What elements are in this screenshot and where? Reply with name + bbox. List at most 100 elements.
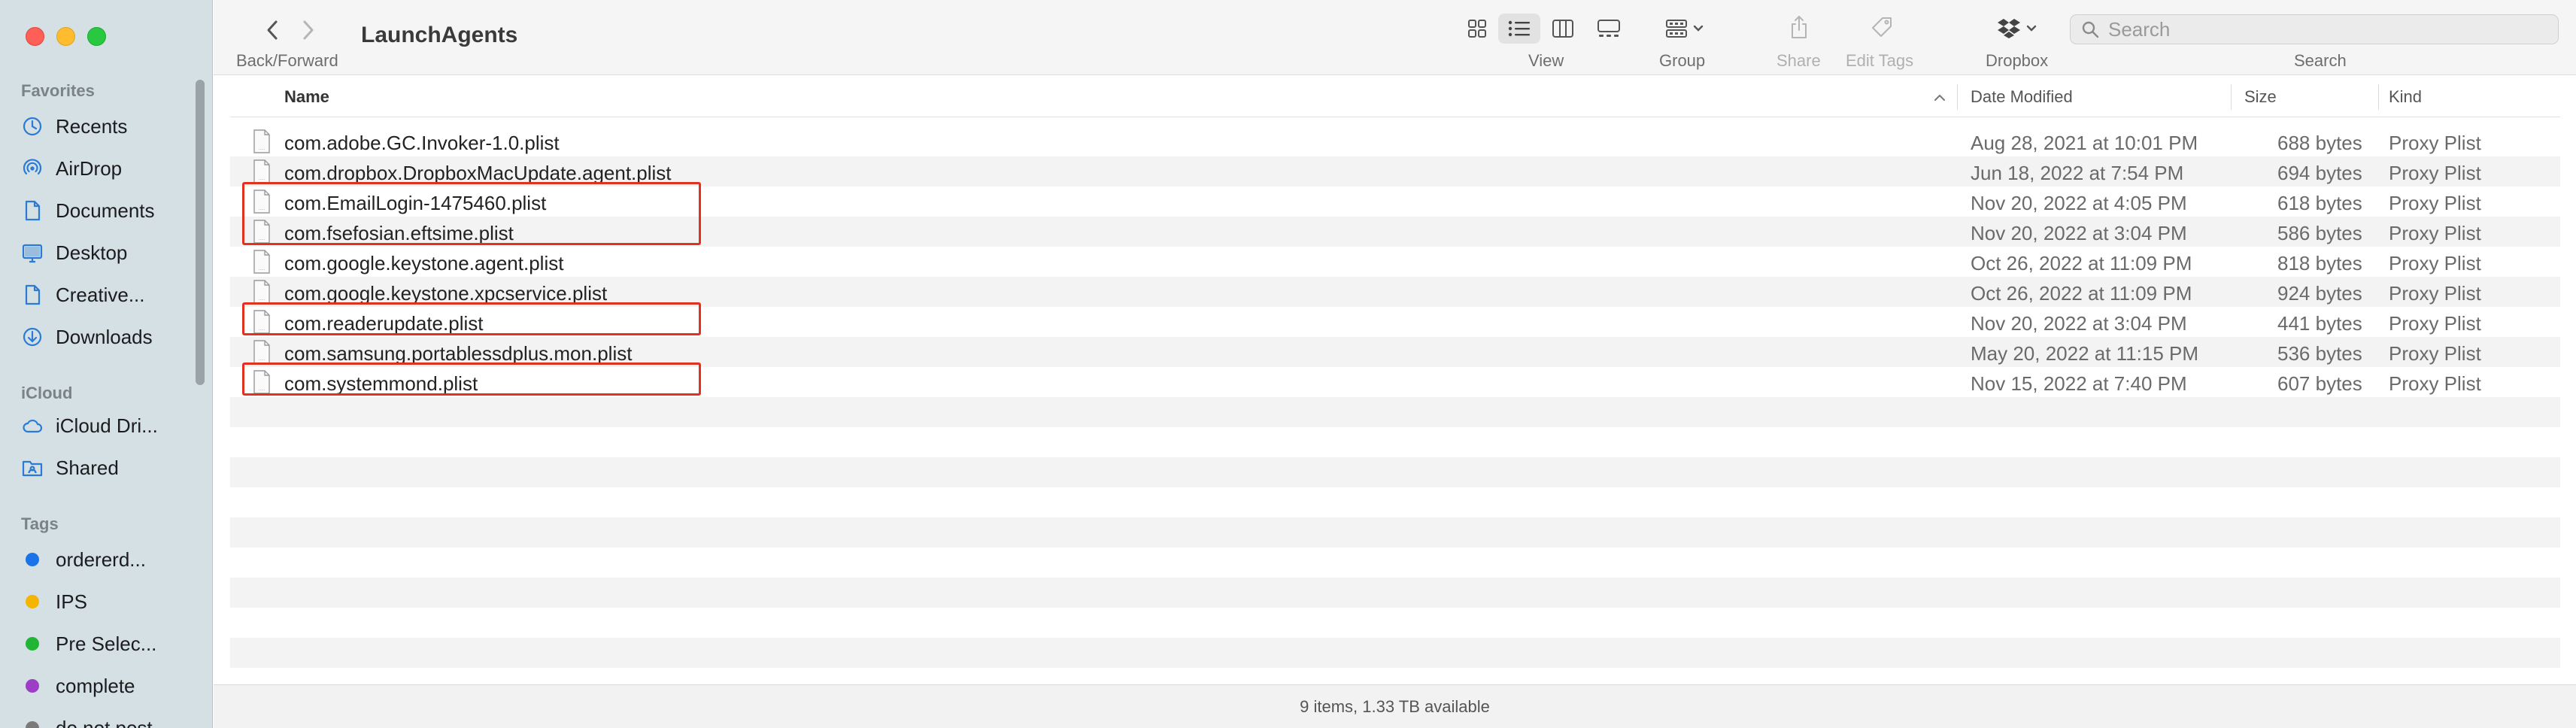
file-kind: Proxy Plist (2389, 342, 2481, 365)
view-label: View (1528, 51, 1564, 70)
sidebar-tag-pre-selec[interactable]: Pre Selec... (21, 627, 202, 660)
sidebar-item-shared[interactable]: Shared (21, 451, 202, 484)
empty-row (230, 487, 2560, 517)
sidebar-tag-label: ordererd... (56, 548, 146, 571)
sidebar-item-downloads[interactable]: Downloads (21, 320, 202, 353)
icloud-header: iCloud (21, 384, 73, 402)
file-kind: Proxy Plist (2389, 312, 2481, 335)
clock-icon (21, 115, 44, 138)
file-size: 694 bytes (2277, 162, 2362, 184)
download-icon (21, 326, 44, 348)
plist-file-icon: ..... (253, 250, 271, 274)
group-button[interactable] (1658, 15, 1712, 42)
file-kind: Proxy Plist (2389, 252, 2481, 275)
plist-file-icon: ..... (253, 340, 271, 364)
file-date-modified: May 20, 2022 at 11:15 PM (1971, 342, 2199, 365)
sidebar-tag-complete[interactable]: complete (21, 669, 202, 702)
column-divider[interactable] (2231, 84, 2232, 110)
file-kind: Proxy Plist (2389, 192, 2481, 214)
search-field[interactable] (2070, 14, 2559, 44)
highlight-box (242, 302, 701, 335)
back-button[interactable] (259, 17, 286, 44)
sidebar-tag-do-not-post[interactable]: do not post (21, 711, 202, 728)
back-forward-label: Back/Forward (236, 51, 338, 70)
file-row[interactable]: ..... com.google.keystone.agent.plist Oct … (230, 247, 2560, 277)
chevron-down-icon (1693, 25, 1704, 32)
tag-color-dot (26, 595, 39, 608)
minimize-window-button[interactable] (56, 27, 75, 46)
svg-text:.....: ..... (259, 267, 265, 271)
file-date-modified: Nov 20, 2022 at 3:04 PM (1971, 312, 2187, 335)
sidebar-tag-label: complete (56, 674, 135, 697)
tags-header: Tags (21, 514, 59, 533)
zoom-window-button[interactable] (87, 27, 106, 46)
edit-tags-button[interactable] (1867, 12, 1897, 42)
file-kind: Proxy Plist (2389, 222, 2481, 244)
chevron-right-icon (303, 20, 314, 40)
file-kind: Proxy Plist (2389, 132, 2481, 154)
file-kind: Proxy Plist (2389, 162, 2481, 184)
plist-file-icon: ..... (253, 159, 271, 184)
chevron-down-icon (2026, 25, 2037, 32)
empty-row (230, 397, 2560, 427)
sidebar-item-label: Downloads (56, 325, 153, 348)
column-header-kind[interactable]: Kind (2389, 87, 2422, 107)
dropbox-button[interactable] (1992, 15, 2043, 42)
sidebar-item-creative[interactable]: Creative... (21, 278, 202, 311)
sidebar: Favorites iCloud Tags Recents AirDrop Docu… (0, 0, 213, 728)
toolbar: Back/Forward LaunchAgents View Group Sha… (214, 0, 2576, 75)
file-date-modified: Nov 15, 2022 at 7:40 PM (1971, 372, 2187, 395)
sidebar-tag-ordererd[interactable]: ordererd... (21, 543, 202, 576)
list-view-button[interactable] (1498, 14, 1540, 44)
sidebar-item-airdrop[interactable]: AirDrop (21, 152, 202, 185)
column-header-size[interactable]: Size (2244, 87, 2277, 107)
file-size: 607 bytes (2277, 372, 2362, 395)
column-header-date-modified[interactable]: Date Modified (1971, 87, 2073, 107)
window-title: LaunchAgents (361, 23, 518, 47)
sidebar-item-desktop[interactable]: Desktop (21, 236, 202, 269)
highlight-box (242, 362, 701, 396)
column-header-name[interactable]: Name (284, 87, 329, 107)
empty-row (230, 608, 2560, 638)
column-view-button[interactable] (1545, 15, 1581, 42)
column-divider[interactable] (2378, 84, 2379, 110)
document-icon (21, 199, 44, 222)
file-kind: Proxy Plist (2389, 282, 2481, 305)
list-icon (1508, 20, 1530, 37)
forward-button[interactable] (295, 17, 322, 44)
empty-row (230, 457, 2560, 487)
column-header-bar: Name Date Modified Size Kind (230, 78, 2560, 117)
share-button[interactable] (1784, 12, 1814, 42)
column-divider[interactable] (1957, 84, 1958, 110)
share-icon (1792, 16, 1807, 38)
gallery-view-button[interactable] (1590, 15, 1628, 42)
search-input[interactable] (2108, 17, 2529, 41)
file-size: 688 bytes (2277, 132, 2362, 154)
tag-icon (1872, 17, 1892, 37)
sidebar-item-recents[interactable]: Recents (21, 110, 202, 143)
cloud-icon (21, 414, 44, 437)
svg-text:.....: ..... (259, 147, 265, 151)
highlight-box (242, 182, 701, 245)
file-size: 586 bytes (2277, 222, 2362, 244)
sort-ascending-icon[interactable] (1933, 93, 1946, 102)
sidebar-item-icloud-dri[interactable]: iCloud Dri... (21, 409, 202, 442)
svg-text:.....: ..... (259, 177, 265, 181)
sidebar-tag-ips[interactable]: IPS (21, 585, 202, 618)
close-window-button[interactable] (26, 27, 44, 46)
sidebar-item-documents[interactable]: Documents (21, 194, 202, 227)
favorites-header: Favorites (21, 81, 95, 100)
file-size: 924 bytes (2277, 282, 2362, 305)
tag-color-dot (26, 637, 39, 651)
file-row[interactable]: ..... com.adobe.GC.Invoker-1.0.plist Aug 2… (230, 126, 2560, 156)
svg-text:.....: ..... (259, 297, 265, 302)
sidebar-tag-label: Pre Selec... (56, 632, 157, 655)
file-date-modified: Nov 20, 2022 at 3:04 PM (1971, 222, 2187, 244)
icon-view-button[interactable] (1459, 15, 1495, 42)
file-date-modified: Oct 26, 2022 at 11:09 PM (1971, 252, 2192, 275)
search-label: Search (2294, 51, 2347, 70)
svg-text:.....: ..... (259, 357, 265, 362)
edit-tags-label: Edit Tags (1846, 51, 1914, 70)
airdrop-icon (21, 157, 44, 180)
file-size: 441 bytes (2277, 312, 2362, 335)
